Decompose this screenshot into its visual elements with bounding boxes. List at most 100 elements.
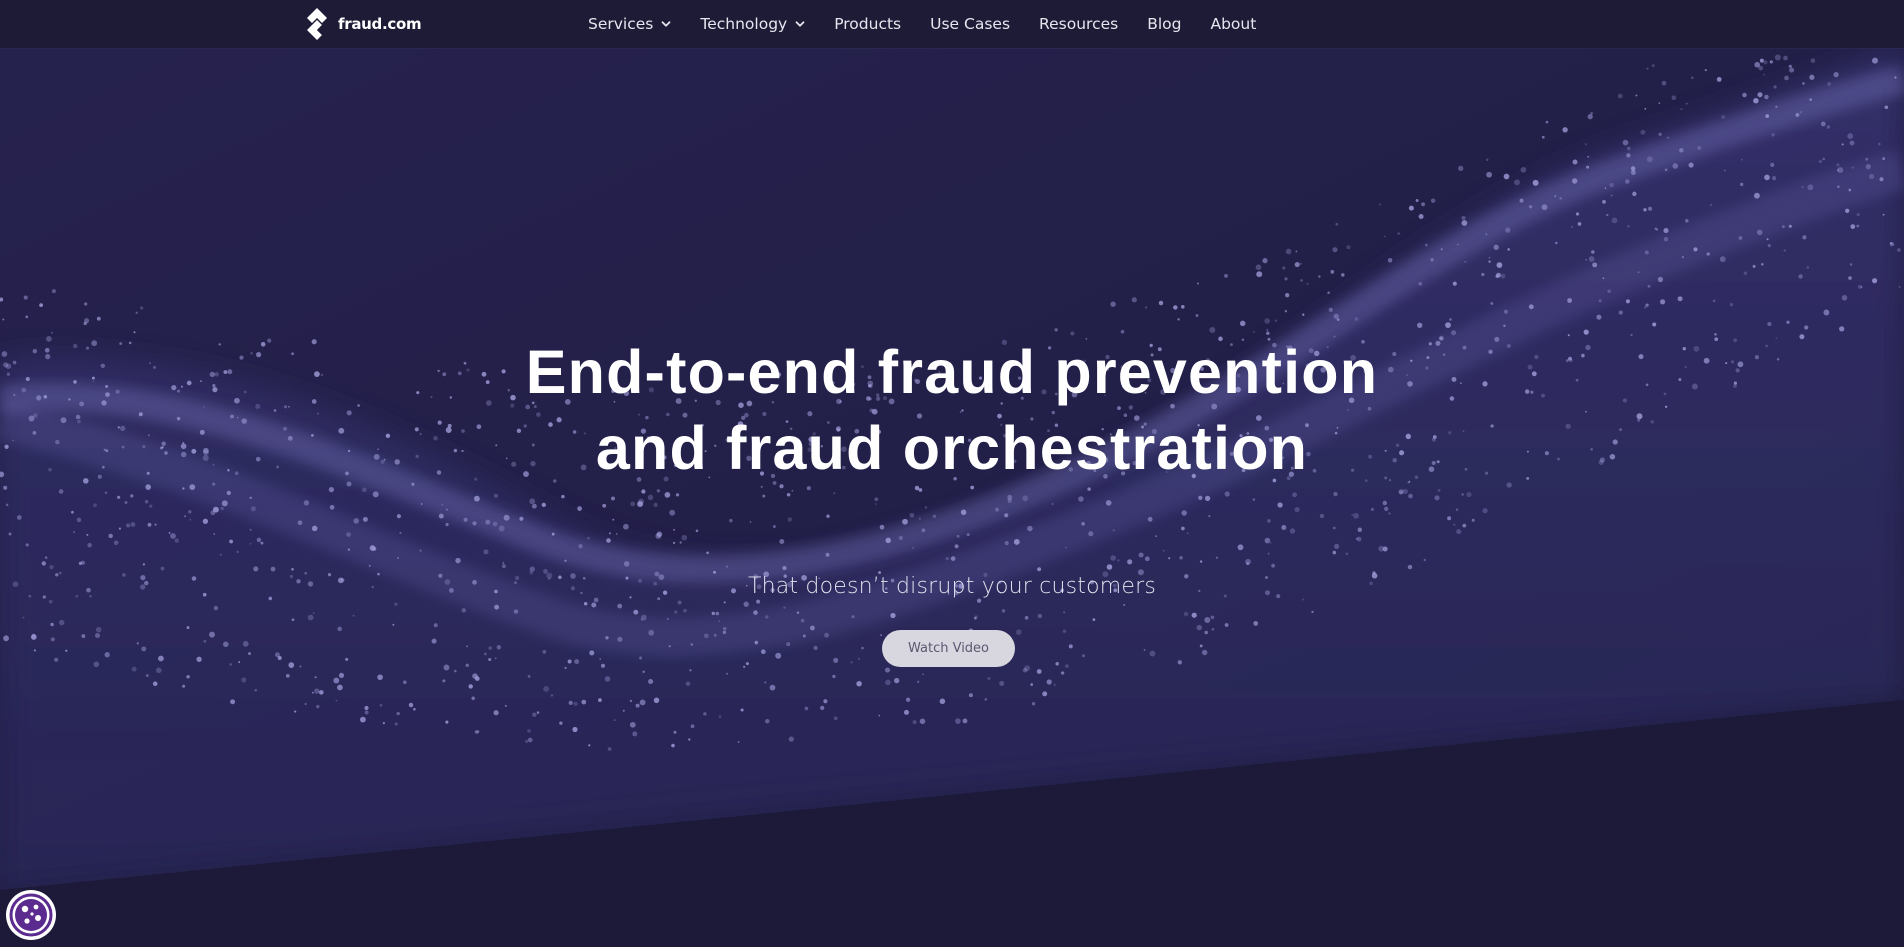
particle-dot bbox=[1764, 94, 1769, 100]
particle-dot bbox=[685, 681, 691, 686]
particle-dot bbox=[1839, 326, 1845, 332]
particle-dot bbox=[1354, 317, 1359, 321]
particle-dot bbox=[1370, 507, 1375, 512]
particle-dot bbox=[580, 591, 583, 595]
particle-dot bbox=[1031, 701, 1036, 706]
particle-dot bbox=[1770, 162, 1775, 167]
particle-dot bbox=[346, 410, 352, 416]
particle-dot bbox=[1120, 329, 1125, 334]
particle-dot bbox=[1658, 102, 1661, 104]
particle-dot bbox=[1598, 299, 1602, 303]
particle-dot bbox=[623, 561, 630, 567]
particle-dot bbox=[1357, 527, 1363, 533]
nav-item-technology[interactable]: Technology bbox=[700, 15, 805, 33]
particle-dot bbox=[1735, 368, 1740, 373]
particle-dot bbox=[1602, 200, 1606, 204]
particle-dot bbox=[922, 673, 924, 676]
particle-dot bbox=[319, 690, 324, 695]
particle-dot bbox=[1037, 567, 1042, 572]
particle-dot bbox=[858, 658, 860, 660]
particle-dot bbox=[1430, 198, 1436, 203]
nav-item-about[interactable]: About bbox=[1210, 15, 1256, 33]
particle-dot bbox=[288, 662, 295, 668]
particle-dot bbox=[1289, 528, 1296, 534]
cookie-settings-button[interactable] bbox=[6, 890, 56, 940]
particle-dot bbox=[550, 694, 554, 697]
particle-dot bbox=[668, 645, 671, 648]
particle-dot bbox=[130, 494, 134, 498]
brand-logo-link[interactable]: fraud.com bbox=[302, 7, 422, 41]
particle-dot bbox=[874, 497, 879, 502]
particle-dot bbox=[1445, 322, 1451, 329]
particle-dot bbox=[1306, 282, 1309, 285]
particle-dot bbox=[83, 478, 89, 484]
particle-dot bbox=[1782, 225, 1785, 228]
particle-dot bbox=[1738, 236, 1743, 240]
particle-dot bbox=[786, 642, 791, 647]
particle-dot bbox=[1721, 115, 1725, 119]
particle-dot bbox=[1577, 222, 1582, 226]
particle-dot bbox=[73, 531, 76, 534]
particle-dot bbox=[1833, 71, 1839, 78]
particle-dot bbox=[1285, 293, 1290, 298]
particle-dot bbox=[229, 539, 234, 544]
particle-dot bbox=[1266, 329, 1269, 331]
particle-dot bbox=[347, 449, 351, 453]
particle-dot bbox=[180, 385, 183, 388]
particle-dot bbox=[1037, 613, 1043, 619]
particle-dot bbox=[5, 503, 9, 507]
particle-dot bbox=[241, 677, 247, 683]
particle-dot bbox=[86, 587, 91, 593]
particle-dot bbox=[726, 672, 729, 675]
particle-dot bbox=[564, 559, 567, 562]
particle-dot bbox=[154, 523, 157, 526]
particle-dot bbox=[1110, 301, 1116, 307]
particle-dot bbox=[1693, 345, 1700, 352]
particle-dot bbox=[1382, 500, 1388, 506]
particle-dot bbox=[96, 316, 101, 321]
particle-dot bbox=[468, 684, 473, 689]
particle-dot bbox=[117, 426, 120, 429]
particle-dot bbox=[1318, 275, 1321, 278]
particle-dot bbox=[956, 534, 960, 538]
particle-dot bbox=[144, 500, 149, 504]
watch-video-button[interactable]: Watch Video bbox=[882, 630, 1015, 667]
brand-name: fraud.com bbox=[338, 15, 422, 33]
particle-dot bbox=[1162, 549, 1165, 552]
particle-dot bbox=[581, 699, 587, 705]
particle-dot bbox=[679, 541, 682, 544]
particle-dot bbox=[1282, 266, 1286, 270]
particle-dot bbox=[236, 416, 239, 419]
particle-dot bbox=[1786, 320, 1790, 325]
particle-dot bbox=[962, 718, 968, 724]
particle-dot bbox=[561, 494, 565, 499]
particle-dot bbox=[92, 380, 95, 383]
nav-item-resources[interactable]: Resources bbox=[1039, 15, 1118, 33]
nav-item-products[interactable]: Products bbox=[834, 15, 901, 33]
particle-dot bbox=[954, 544, 959, 549]
particle-dot bbox=[1224, 491, 1230, 497]
particle-dot bbox=[1143, 649, 1146, 651]
nav-item-blog[interactable]: Blog bbox=[1147, 15, 1181, 33]
particle-dot bbox=[760, 485, 763, 488]
particle-dot bbox=[147, 434, 150, 437]
particle-dot bbox=[1784, 75, 1789, 81]
particle-dot bbox=[1532, 179, 1539, 186]
particle-dot bbox=[615, 533, 618, 535]
particle-dot bbox=[833, 657, 839, 663]
particle-dot bbox=[1158, 300, 1164, 306]
nav-item-services[interactable]: Services bbox=[588, 15, 671, 33]
particle-dot bbox=[304, 571, 307, 575]
particle-dot bbox=[337, 626, 343, 632]
nav-item-use-cases[interactable]: Use Cases bbox=[930, 15, 1010, 33]
particle-dot bbox=[1733, 383, 1737, 388]
particle-dot bbox=[76, 517, 82, 523]
particle-dot bbox=[810, 625, 815, 631]
particle-dot bbox=[1191, 612, 1197, 618]
particle-dot bbox=[1462, 523, 1467, 528]
particle-dot bbox=[617, 636, 623, 642]
particle-dot bbox=[33, 413, 38, 418]
particle-dot bbox=[1679, 148, 1684, 153]
particle-dot bbox=[1771, 133, 1775, 137]
particle-dot bbox=[437, 369, 440, 373]
